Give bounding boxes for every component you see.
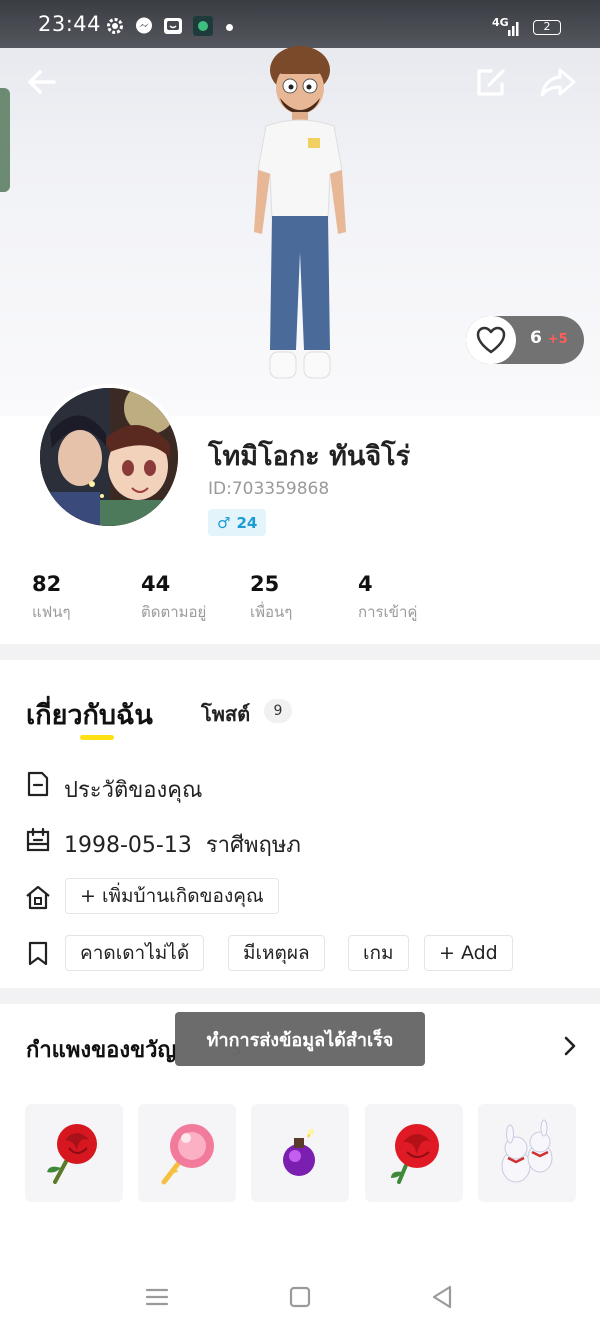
bio-field[interactable]: ประวัติของคุณ (64, 772, 202, 807)
like-count: 6 +5 (530, 328, 568, 348)
share-icon[interactable] (538, 62, 578, 102)
display-name: โทมิโอกะ ทันจิโร่ (208, 441, 411, 472)
add-tag-button[interactable]: + Add (424, 935, 513, 971)
status-bar: 23:44 4G 2 (0, 0, 600, 48)
heart-button[interactable] (466, 316, 516, 364)
user-id: ID:703359868 (208, 479, 330, 499)
male-icon: ♂ (217, 513, 231, 532)
battery-icon: 2 (533, 20, 561, 35)
gift-item-lollipop[interactable] (138, 1104, 236, 1202)
like-count-value: 6 (530, 328, 542, 348)
heart-icon (476, 326, 506, 354)
profile-hero: 23:44 4G 2 6 +5 (0, 0, 600, 418)
like-counter[interactable]: 6 +5 (466, 316, 584, 364)
lollipop-icon (161, 1124, 214, 1185)
stat-label: แฟนๆ (32, 603, 71, 621)
tab-about[interactable]: เกี่ยวกับฉัน (26, 693, 153, 736)
notification-dot-icon (226, 24, 233, 31)
tag-chip[interactable]: มีเหตุผล (228, 935, 325, 971)
posts-count-badge: 9 (264, 699, 292, 723)
network-indicator: 4G (492, 16, 509, 29)
status-time: 23:44 (38, 12, 102, 36)
stat-value: 4 (358, 572, 373, 596)
plush-bunnies-icon (501, 1119, 553, 1183)
age-value: 24 (236, 513, 258, 532)
rose-icon (47, 1124, 97, 1184)
bookmark-icon (28, 941, 48, 966)
stat-value: 44 (141, 572, 171, 596)
add-hometown-button[interactable]: + เพิ่มบ้านเกิดของคุณ (65, 878, 279, 914)
menu-icon[interactable] (142, 1282, 172, 1312)
gift-item-potion[interactable] (251, 1104, 349, 1202)
stat-following[interactable]: 44 ติดตามอยู่ (141, 572, 206, 624)
stat-matches[interactable]: 4 การเข้าคู่ (358, 572, 417, 624)
stat-value: 25 (250, 572, 280, 596)
document-icon (27, 771, 49, 797)
app-face-icon (164, 18, 182, 34)
anime-avatar-image (40, 388, 178, 526)
back-triangle-icon[interactable] (428, 1282, 458, 1312)
home-square-icon[interactable] (285, 1282, 315, 1312)
stat-label: ติดตามอยู่ (141, 603, 207, 621)
edge-panel-handle[interactable] (0, 88, 10, 192)
stat-label: เพื่อนๆ (250, 603, 293, 621)
home-icon (26, 885, 50, 910)
chevron-right-icon[interactable] (560, 1034, 580, 1058)
stat-friends[interactable]: 25 เพื่อนๆ (250, 572, 292, 624)
tag-chip[interactable]: คาดเดาไม่ได้ (65, 935, 205, 971)
gear-icon (107, 18, 123, 34)
stat-label: การเข้าคู่ (358, 603, 418, 621)
tab-active-indicator (80, 735, 114, 740)
profile-picture[interactable] (36, 384, 182, 530)
toast-message: ทำการส่งข้อมูลได้สำเร็จ (175, 1012, 425, 1066)
tag-chip[interactable]: เกม (348, 935, 409, 971)
arrow-left-icon[interactable] (22, 62, 62, 102)
calendar-icon (26, 827, 50, 852)
tab-posts[interactable]: โพสต์ (201, 698, 250, 730)
signal-icon (508, 22, 519, 36)
edit-icon[interactable] (472, 62, 512, 102)
gift-item-rose[interactable] (365, 1104, 463, 1202)
avatar-character-image (254, 46, 346, 379)
messenger-icon (136, 17, 152, 34)
gift-item-rose[interactable] (25, 1104, 123, 1202)
like-plus-badge: +5 (547, 332, 568, 347)
shield-app-icon (193, 16, 213, 36)
stat-value: 82 (32, 572, 62, 596)
birthday-date: 1998-05-13 (64, 833, 192, 858)
gift-item-plush-bunnies[interactable] (478, 1104, 576, 1202)
potion-icon (283, 1128, 315, 1176)
birthday-row: 1998-05-13 ราศีพฤษภ (64, 827, 301, 862)
rose-icon (391, 1124, 439, 1184)
gift-wall-title[interactable]: กำแพงของขวัญ (26, 1032, 176, 1067)
stat-fans[interactable]: 82 แฟนๆ (32, 572, 71, 624)
gender-age-badge: ♂ 24 (208, 509, 267, 536)
zodiac-sign: ราศีพฤษภ (205, 833, 301, 858)
